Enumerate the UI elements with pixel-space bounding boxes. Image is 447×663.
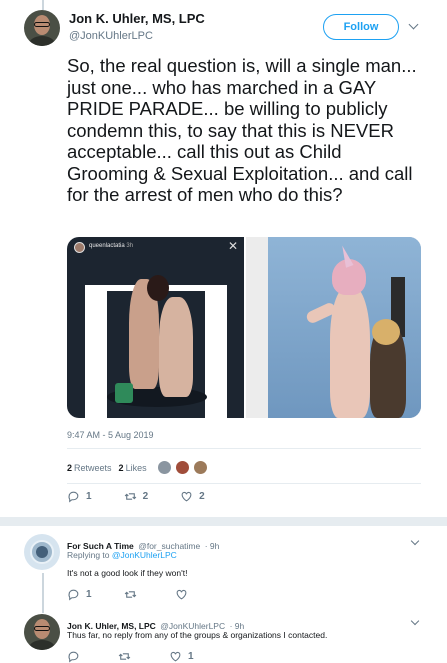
chevron-down-icon[interactable] — [410, 616, 420, 626]
retweet-count: 2 — [142, 491, 149, 502]
retweet-icon — [124, 591, 136, 598]
media-photo-left[interactable]: queenlactatia 3h ✕ — [67, 237, 244, 418]
media-photo-right[interactable] — [246, 237, 421, 418]
like-button[interactable]: 1 — [169, 650, 194, 663]
retweet-icon — [118, 653, 131, 660]
like-count: 1 — [188, 651, 194, 662]
reply-avatar[interactable] — [24, 614, 60, 650]
liker-avatar[interactable] — [156, 460, 172, 475]
author-handle[interactable]: @JonKUhlerLPC — [69, 30, 153, 42]
story-avatar — [74, 242, 85, 253]
tweet-media[interactable]: queenlactatia 3h ✕ — [67, 237, 421, 418]
reply-actions: 1 — [67, 588, 226, 601]
thread-connector-top — [42, 0, 44, 10]
liker-avatar[interactable] — [174, 460, 190, 475]
chevron-down-icon[interactable] — [410, 536, 420, 546]
close-icon: ✕ — [228, 239, 239, 253]
heart-icon — [176, 589, 186, 600]
tweet-text: So, the real question is, will a single … — [67, 55, 417, 205]
reply-count: 1 — [86, 491, 92, 502]
retweets-count[interactable]: 2 — [67, 463, 72, 473]
replying-to: Replying to @JonKUhlerLPC — [67, 550, 177, 560]
thread-connector — [42, 573, 44, 613]
reply-text: It's not a good look if they won't! — [67, 568, 188, 578]
reply-count: 1 — [86, 589, 92, 600]
reply-button[interactable]: 1 — [67, 588, 92, 601]
replying-to-prefix: Replying to — [67, 550, 110, 560]
retweet-button[interactable]: 2 — [124, 490, 149, 503]
likes-count[interactable]: 2 — [119, 463, 124, 473]
author-name[interactable]: Jon K. Uhler, MS, LPC — [69, 11, 205, 26]
section-separator — [0, 517, 447, 526]
reply-icon — [68, 589, 79, 601]
follow-button[interactable]: Follow — [323, 14, 399, 40]
author-avatar[interactable] — [24, 10, 60, 46]
liker-avatar[interactable] — [192, 460, 208, 475]
engagement-stats: 2 Retweets 2 Likes — [67, 460, 211, 475]
divider — [67, 483, 421, 484]
reply-icon — [68, 651, 79, 663]
chevron-down-icon[interactable] — [408, 19, 419, 30]
reply-actions: 1 — [67, 650, 226, 663]
heart-icon — [170, 651, 181, 662]
retweets-label[interactable]: Retweets — [74, 463, 112, 473]
tweet-timestamp[interactable]: 9:47 AM - 5 Aug 2019 — [67, 430, 154, 440]
story-username: queenlactatia 3h — [89, 243, 133, 249]
replying-to-handle[interactable]: @JonKUhlerLPC — [112, 550, 177, 560]
reply-icon — [68, 491, 79, 503]
likes-label[interactable]: Likes — [126, 463, 147, 473]
tweet-actions: 1 2 2 — [67, 490, 237, 503]
divider — [67, 448, 421, 449]
reply-time[interactable]: · 9h — [205, 541, 220, 551]
heart-icon — [181, 491, 192, 502]
reply-avatar[interactable] — [24, 534, 60, 570]
reply-text: Thus far, no reply from any of the group… — [67, 630, 328, 640]
like-count: 2 — [199, 491, 205, 502]
retweet-button[interactable] — [118, 650, 137, 663]
story-time: 3h — [126, 243, 134, 249]
like-button[interactable]: 2 — [180, 490, 205, 503]
retweet-button[interactable] — [124, 588, 143, 601]
reply-button[interactable] — [67, 650, 86, 663]
story-username-text: queenlactatia — [89, 243, 125, 249]
like-button[interactable] — [175, 588, 194, 601]
retweet-icon — [124, 493, 136, 500]
reply-button[interactable]: 1 — [67, 490, 92, 503]
